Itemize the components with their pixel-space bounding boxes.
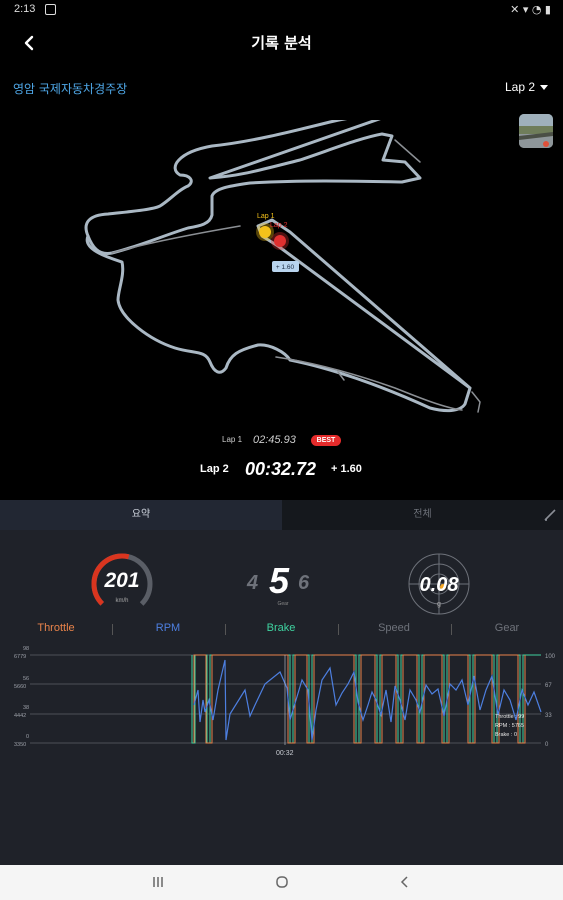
tick-label: 4442 bbox=[14, 713, 26, 719]
legend-gear[interactable]: Gear bbox=[451, 622, 563, 634]
gear-label: Gear bbox=[277, 601, 289, 607]
rpm-series bbox=[193, 659, 542, 741]
legend-throttle[interactable]: Throttle bbox=[0, 622, 112, 634]
readout-brake: Brake : 0 bbox=[495, 732, 517, 738]
chart-right-axis: 100 67 33 0 bbox=[545, 654, 556, 748]
lap1-row: Lap 1 02:45.93 BEST bbox=[0, 434, 563, 448]
tick-label: 0 bbox=[26, 734, 29, 740]
tick-label: 33 bbox=[545, 713, 552, 719]
gap-bubble-text: + 1.60 bbox=[276, 264, 295, 271]
speed-unit: km/h bbox=[115, 598, 129, 604]
pencil-icon[interactable] bbox=[543, 508, 557, 522]
lap-selector-label: Lap 2 bbox=[504, 80, 535, 94]
tick-label: 5660 bbox=[14, 684, 26, 690]
tab-bar: 요약 전체 bbox=[0, 500, 563, 530]
legend-rpm[interactable]: RPM bbox=[112, 622, 224, 634]
brake-series bbox=[191, 654, 541, 744]
gear-current: 5 bbox=[269, 560, 290, 601]
app-bar: 기록 분석 bbox=[0, 20, 563, 66]
best-badge: BEST bbox=[311, 435, 341, 446]
telemetry-chart[interactable]: 98 6779 56 5660 38 4442 0 3350 100 67 33… bbox=[0, 644, 563, 760]
speed-value: 201 bbox=[104, 569, 140, 592]
tick-label: 67 bbox=[545, 683, 552, 689]
lap2-marker-label: Lap 2 bbox=[270, 222, 288, 229]
chart-legend: Throttle RPM Brake Speed Gear bbox=[0, 620, 563, 638]
status-time: 2:13 bbox=[14, 3, 36, 15]
tab-all[interactable]: 전체 bbox=[282, 500, 563, 530]
tick-label: 6779 bbox=[14, 654, 26, 660]
tick-label: 98 bbox=[23, 646, 29, 652]
lap2-label: Lap 2 bbox=[200, 463, 229, 475]
gear-next: 6 bbox=[298, 572, 310, 594]
lap2-time: 00:32.72 bbox=[245, 459, 317, 479]
tab-summary[interactable]: 요약 bbox=[0, 500, 282, 530]
legend-brake[interactable]: Brake bbox=[225, 622, 337, 634]
gear-prev: 4 bbox=[247, 572, 259, 594]
dropdown-caret-icon bbox=[540, 84, 548, 90]
tick-label: 56 bbox=[23, 676, 29, 682]
system-nav-bar bbox=[0, 865, 563, 900]
lap1-time: 02:45.93 bbox=[253, 434, 296, 446]
home-icon[interactable] bbox=[275, 875, 289, 889]
lap2-marker: Lap 2 bbox=[270, 222, 289, 250]
legend-speed[interactable]: Speed bbox=[338, 622, 450, 634]
lap-selector[interactable]: Lap 2 bbox=[505, 80, 548, 94]
track-map[interactable]: Lap 1 Lap 2 + 1.60 bbox=[0, 120, 563, 430]
gforce-unit: g bbox=[437, 601, 441, 608]
recent-apps-icon[interactable] bbox=[151, 875, 165, 889]
lap1-label: Lap 1 bbox=[222, 435, 243, 444]
cursor[interactable]: 00:32 bbox=[276, 655, 294, 757]
tick-label: 3350 bbox=[14, 742, 26, 748]
tick-label: 100 bbox=[545, 654, 556, 660]
readout-throttle: Throttle : 99 bbox=[495, 714, 524, 720]
lap2-row: Lap 2 00:32.72 + 1.60 bbox=[0, 459, 563, 481]
chart-left-axis: 98 6779 56 5660 38 4442 0 3350 bbox=[14, 646, 29, 748]
lap1-marker-label: Lap 1 bbox=[257, 213, 275, 220]
status-bar: 2:13 ✕ ▾ ◔ ▮ bbox=[0, 0, 563, 20]
page-title: 기록 분석 bbox=[251, 34, 312, 52]
readout-rpm: RPM : 5765 bbox=[495, 723, 524, 729]
cursor-time-label: 00:32 bbox=[276, 750, 294, 757]
notification-icon bbox=[45, 4, 56, 15]
status-icons: ✕ ▾ ◔ ▮ bbox=[510, 3, 551, 16]
chart-gridlines bbox=[30, 654, 541, 744]
gforce-value: 0.08 bbox=[419, 574, 459, 596]
nav-back-icon[interactable] bbox=[398, 875, 412, 889]
gap-bubble: + 1.60 bbox=[272, 261, 299, 272]
lap2-delta: + 1.60 bbox=[331, 463, 362, 475]
tick-label: 0 bbox=[545, 742, 549, 748]
track-name: 영암 국제자동차경주장 bbox=[13, 82, 128, 96]
tick-label: 38 bbox=[23, 705, 29, 711]
